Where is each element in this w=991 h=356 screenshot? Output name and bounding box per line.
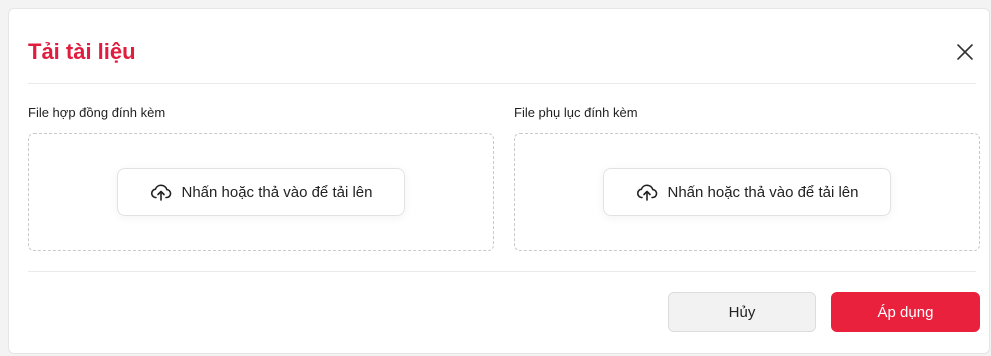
appendix-file-label: File phụ lục đính kèm xyxy=(514,105,638,120)
apply-button[interactable]: Áp dụng xyxy=(831,292,980,332)
footer-divider xyxy=(28,271,976,272)
contract-file-dropzone[interactable]: Nhấn hoặc thả vào để tải lên xyxy=(28,133,494,251)
upload-dialog: Tải tài liệu File hợp đồng đính kèm Nhấn… xyxy=(8,8,990,354)
contract-file-label: File hợp đồng đính kèm xyxy=(28,105,166,120)
close-icon xyxy=(957,44,973,60)
dialog-header: Tải tài liệu xyxy=(28,9,976,84)
contract-upload-label: Nhấn hoặc thả vào để tải lên xyxy=(181,183,373,201)
cloud-upload-icon xyxy=(150,183,172,201)
close-button[interactable] xyxy=(954,41,976,63)
dialog-title: Tải tài liệu xyxy=(28,39,136,64)
appendix-upload-label: Nhấn hoặc thả vào để tải lên xyxy=(667,183,859,201)
appendix-upload-button[interactable]: Nhấn hoặc thả vào để tải lên xyxy=(603,168,891,216)
appendix-file-dropzone[interactable]: Nhấn hoặc thả vào để tải lên xyxy=(514,133,980,251)
contract-upload-button[interactable]: Nhấn hoặc thả vào để tải lên xyxy=(117,168,405,216)
cloud-upload-icon xyxy=(636,183,658,201)
cancel-button[interactable]: Hủy xyxy=(668,292,816,332)
